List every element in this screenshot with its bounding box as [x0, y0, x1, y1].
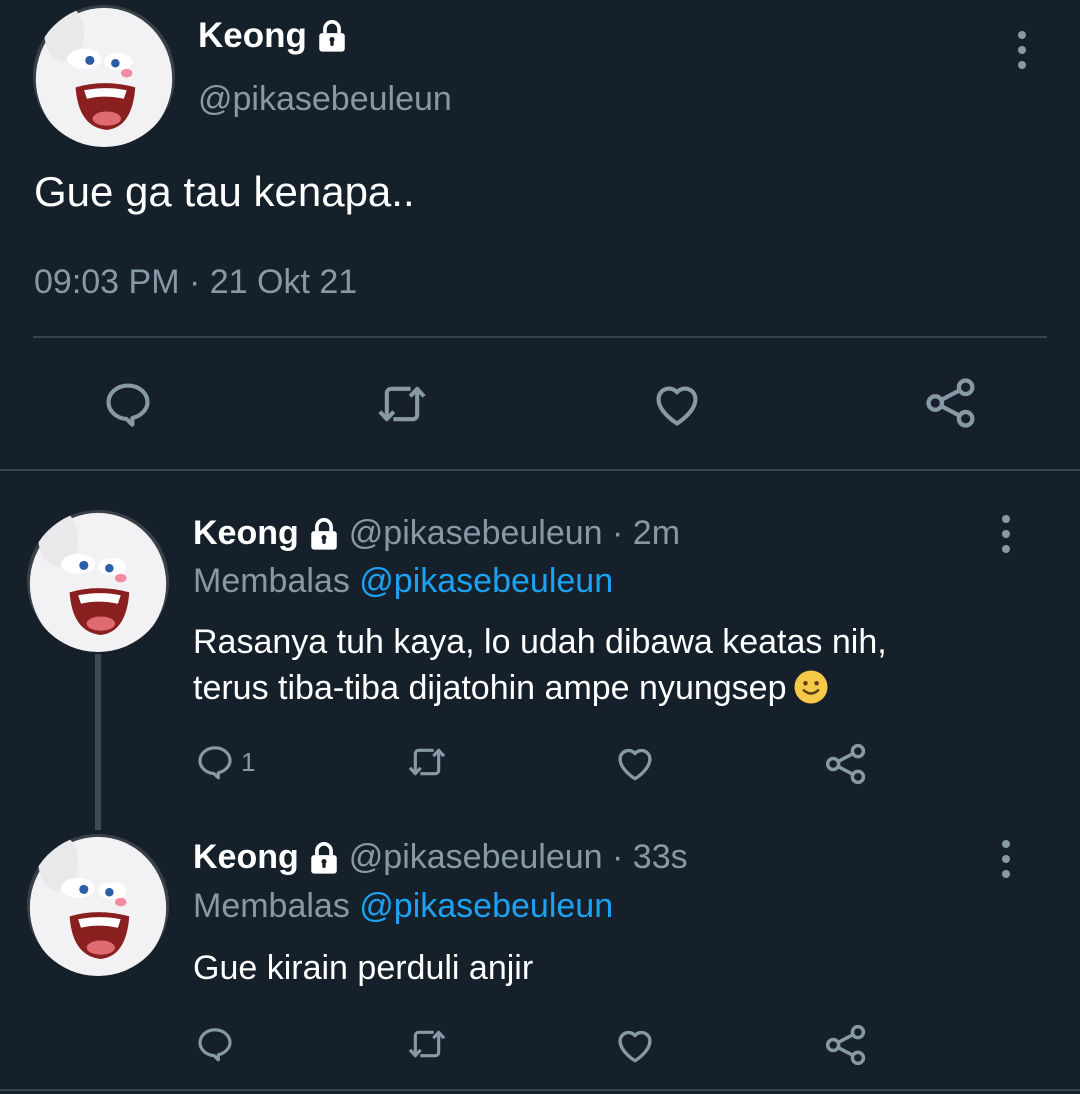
reply-button[interactable] — [102, 378, 154, 430]
like-icon — [613, 742, 657, 784]
like-button[interactable] — [613, 742, 657, 784]
reply-count: 1 — [241, 746, 256, 777]
more-options-icon[interactable] — [1007, 25, 1037, 75]
retweet-button[interactable] — [402, 742, 452, 782]
reply-text: Gue kirain perduli anjir — [193, 945, 533, 991]
reply-text-line: Rasanya tuh kaya, lo udah dibawa keatas … — [193, 623, 887, 661]
like-button[interactable] — [613, 1024, 657, 1066]
reply-button[interactable] — [195, 1024, 235, 1064]
share-icon — [924, 376, 978, 430]
reply-header: Keong @pikasebeuleun · 2m — [193, 514, 680, 553]
reply-icon — [195, 742, 235, 782]
section-divider — [0, 469, 1080, 471]
retweet-icon — [402, 1024, 452, 1064]
replying-label: Membalas — [193, 887, 350, 925]
tweet-thread-page: Keong @pikasebeuleun Gue ga tau kenapa..… — [0, 0, 1080, 1094]
reply-icon — [195, 1024, 235, 1064]
more-options-icon[interactable] — [991, 509, 1021, 559]
like-button[interactable] — [650, 378, 704, 430]
avatar[interactable] — [27, 834, 169, 976]
author-name[interactable]: Keong — [193, 514, 299, 553]
reply-header: Keong @pikasebeuleun · 33s — [193, 838, 688, 877]
like-icon — [613, 1024, 657, 1066]
share-icon — [824, 742, 868, 786]
bunny-avatar-image — [27, 834, 169, 976]
replying-label: Membalas — [193, 562, 350, 600]
main-tweet-author[interactable]: Keong — [198, 16, 349, 56]
like-icon — [650, 378, 704, 430]
mention-link[interactable]: @pikasebeuleun — [359, 562, 613, 600]
bunny-avatar-image — [33, 5, 175, 147]
share-icon — [824, 1023, 868, 1067]
tweet-timestamp[interactable]: 09:03 PM · 21 Okt 21 — [34, 263, 357, 302]
replying-to: Membalas @pikasebeuleun — [193, 562, 613, 601]
tweet-text: Gue ga tau kenapa.. — [34, 168, 415, 215]
avatar[interactable] — [33, 5, 175, 147]
reply-text-line: terus tiba-tiba dijatohin ampe nyungsep — [193, 665, 887, 711]
author-handle[interactable]: @pikasebeuleun — [198, 80, 452, 119]
retweet-button[interactable] — [402, 1024, 452, 1064]
reply-text-line: Gue kirain perduli anjir — [193, 949, 534, 987]
share-button[interactable] — [924, 376, 978, 430]
reply-button[interactable]: 1 — [195, 742, 255, 782]
replying-to: Membalas @pikasebeuleun — [193, 887, 613, 926]
thread-connector-line — [95, 654, 101, 830]
section-divider — [0, 1089, 1080, 1091]
avatar[interactable] — [27, 510, 169, 652]
retweet-icon — [371, 378, 433, 430]
mention-link[interactable]: @pikasebeuleun — [359, 887, 613, 925]
reply-text: Rasanya tuh kaya, lo udah dibawa keatas … — [193, 619, 887, 711]
more-options-icon[interactable] — [991, 834, 1021, 884]
smiling-face-emoji-icon — [793, 669, 829, 705]
reply-text-span: terus tiba-tiba dijatohin ampe nyungsep — [193, 669, 787, 707]
retweet-icon — [402, 742, 452, 782]
author-name[interactable]: Keong — [193, 838, 299, 877]
divider — [33, 336, 1047, 338]
reply-icon — [102, 378, 154, 430]
lock-icon — [307, 841, 341, 875]
bunny-avatar-image — [27, 510, 169, 652]
share-button[interactable] — [824, 1023, 868, 1067]
share-button[interactable] — [824, 742, 868, 786]
author-handle-time[interactable]: @pikasebeuleun · 33s — [349, 838, 688, 877]
author-name: Keong — [198, 16, 307, 55]
author-handle-time[interactable]: @pikasebeuleun · 2m — [349, 514, 680, 553]
lock-icon — [315, 19, 349, 53]
retweet-button[interactable] — [371, 378, 433, 430]
lock-icon — [307, 517, 341, 551]
